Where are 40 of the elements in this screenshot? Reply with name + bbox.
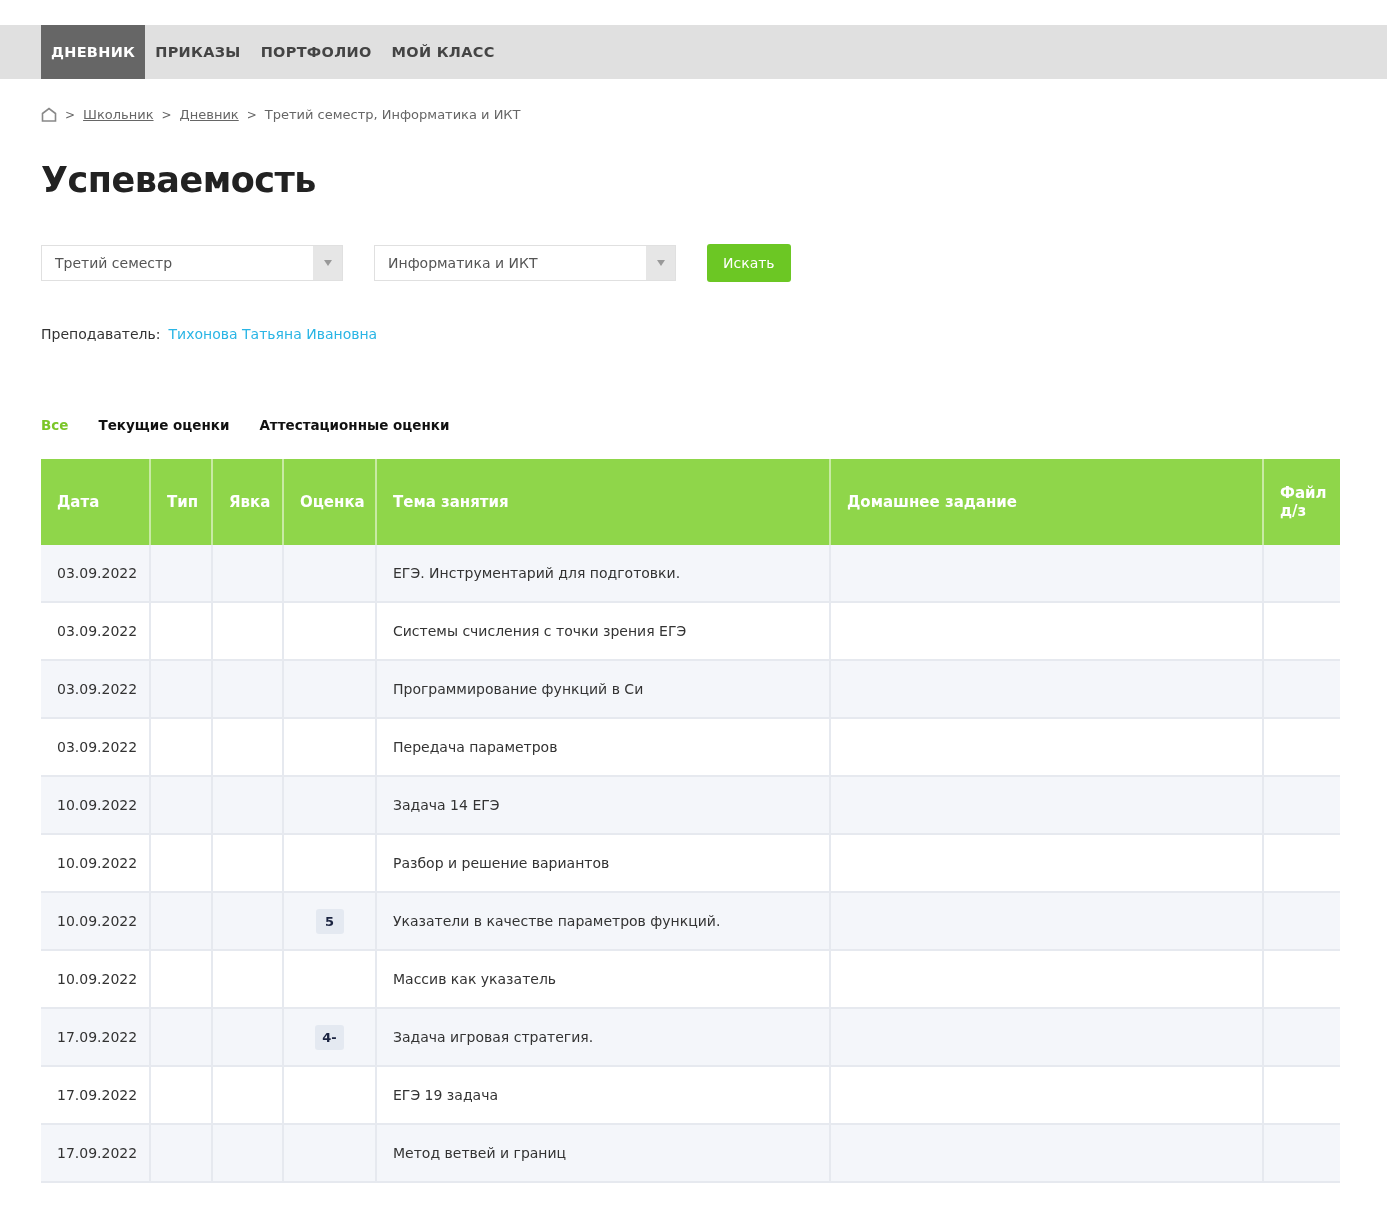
- column-header: Явка: [212, 459, 283, 545]
- dropdown-arrow-icon: [656, 260, 665, 266]
- nav-tab[interactable]: МОЙ КЛАСС: [381, 25, 505, 79]
- topic-cell: Метод ветвей и границ: [376, 1124, 830, 1182]
- filter-tab[interactable]: Аттестационные оценки: [259, 417, 450, 433]
- page-title: Успеваемость: [41, 160, 317, 200]
- column-header: Тип: [150, 459, 212, 545]
- breadcrumb-current: Третий семестр, Информатика и ИКТ: [264, 107, 521, 122]
- breadcrumb-separator: >: [161, 107, 172, 122]
- date-cell: 03.09.2022: [41, 545, 150, 602]
- breadcrumb-separator: >: [246, 107, 257, 122]
- dropdown-arrow-icon: [323, 260, 332, 266]
- breadcrumb-separator: >: [65, 107, 76, 122]
- topic-cell: Задача игровая стратегия.: [376, 1008, 830, 1066]
- date-cell: 17.09.2022: [41, 1124, 150, 1182]
- column-header: Тема занятия: [376, 459, 830, 545]
- filter-tab[interactable]: Текущие оценки: [98, 417, 230, 433]
- column-header: Файл д/з: [1263, 459, 1340, 545]
- grade-badge: 5: [315, 908, 344, 934]
- subject-select[interactable]: Информатика и ИКТ: [374, 245, 676, 281]
- topic-cell: Задача 14 ЕГЭ: [376, 776, 830, 834]
- nav-tab[interactable]: ДНЕВНИК: [41, 25, 146, 79]
- grade-badge: 4-: [315, 1024, 344, 1050]
- teacher-label: Преподаватель:: [41, 326, 161, 342]
- date-cell: 10.09.2022: [41, 892, 150, 950]
- period-select[interactable]: Третий семестр: [41, 245, 343, 281]
- topic-cell: ЕГЭ. Инструментарий для подготовки.: [376, 545, 830, 602]
- breadcrumb-link[interactable]: Дневник: [179, 107, 239, 122]
- column-header: Домашнее задание: [830, 459, 1263, 545]
- topic-cell: Указатели в качестве параметров функций.: [376, 892, 830, 950]
- home-icon[interactable]: [41, 107, 57, 122]
- column-header: Оценка: [283, 459, 376, 545]
- breadcrumb-link[interactable]: Школьник: [83, 107, 154, 122]
- nav-tab[interactable]: ПРИКАЗЫ: [145, 25, 251, 79]
- topic-cell: Программирование функций в Си: [376, 660, 830, 718]
- column-header: Дата: [41, 459, 150, 545]
- date-cell: 03.09.2022: [41, 660, 150, 718]
- date-cell: 17.09.2022: [41, 1008, 150, 1066]
- date-cell: 10.09.2022: [41, 776, 150, 834]
- nav-tab[interactable]: ПОРТФОЛИО: [250, 25, 382, 79]
